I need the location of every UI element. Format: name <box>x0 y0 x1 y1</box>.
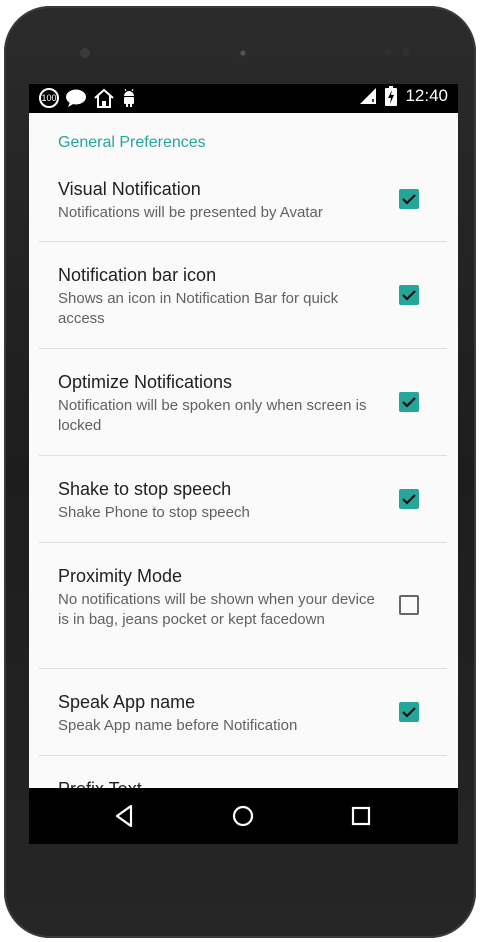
checkbox-shake-to-stop-speech[interactable] <box>399 489 419 509</box>
status-bar: 100 12:40 <box>29 84 458 113</box>
pref-title: Shake to stop speech <box>58 479 232 499</box>
pref-summary: No notifications will be shown when your… <box>58 591 375 628</box>
pref-optimize-notifications[interactable]: Optimize Notifications Notification will… <box>39 349 447 456</box>
phone-frame: 100 12:40 General Preferences Visual Not… <box>4 6 476 938</box>
earpiece-speaker <box>232 42 254 64</box>
pref-visual-notification[interactable]: Visual Notification Notifications will b… <box>39 167 447 242</box>
pref-summary: Notifications will be presented by Avata… <box>58 204 323 221</box>
home-icon <box>94 88 114 108</box>
back-icon[interactable] <box>111 802 139 830</box>
light-sensor <box>402 48 410 56</box>
checkmark-icon <box>402 397 416 408</box>
pref-title: Prefix Text <box>58 779 142 788</box>
navigation-bar <box>29 788 458 844</box>
pref-summary: Speak App name before Notification <box>58 717 298 734</box>
screen: 100 12:40 General Preferences Visual Not… <box>29 84 458 844</box>
clock: 12:40 <box>405 86 448 105</box>
android-icon <box>124 88 134 107</box>
pref-title: Speak App name <box>58 692 196 712</box>
section-title: General Preferences <box>58 134 206 151</box>
pref-notification-bar-icon[interactable]: Notification bar icon Shows an icon in N… <box>39 242 447 349</box>
pref-prefix-text[interactable]: Prefix Text <box>39 756 447 788</box>
pref-summary: Notification will be spoken only when sc… <box>58 397 367 434</box>
signal-icon <box>360 88 377 104</box>
pref-speak-app-name[interactable]: Speak App name Speak App name before Not… <box>39 669 447 756</box>
checkmark-icon <box>402 194 416 205</box>
checkbox-visual-notification[interactable] <box>399 189 419 209</box>
checkbox-proximity-mode[interactable] <box>399 595 419 615</box>
checkmark-icon <box>402 707 416 718</box>
checkmark-icon <box>402 494 416 505</box>
chat-bubble-icon <box>66 89 86 107</box>
pref-title: Visual Notification <box>58 179 201 199</box>
pref-title: Optimize Notifications <box>58 372 233 392</box>
checkbox-speak-app-name[interactable] <box>399 702 419 722</box>
pref-summary: Shows an icon in Notification Bar for qu… <box>58 290 339 327</box>
preferences-list: General Preferences Visual Notification … <box>29 113 458 788</box>
front-camera <box>80 48 90 58</box>
checkmark-icon <box>402 290 416 301</box>
recents-icon[interactable] <box>347 802 375 830</box>
pref-shake-to-stop-speech[interactable]: Shake to stop speech Shake Phone to stop… <box>39 456 447 543</box>
checkbox-optimize-notifications[interactable] <box>399 392 419 412</box>
home-nav-icon[interactable] <box>229 802 257 830</box>
battery-charging-icon <box>385 86 398 106</box>
pref-title: Proximity Mode <box>58 566 183 586</box>
proximity-sensor <box>384 48 392 56</box>
pref-summary: Shake Phone to stop speech <box>58 504 250 521</box>
pref-title: Notification bar icon <box>58 265 217 285</box>
badge-100-icon: 100 <box>39 88 59 108</box>
pref-proximity-mode[interactable]: Proximity Mode No notifications will be … <box>39 543 447 669</box>
checkbox-notification-bar-icon[interactable] <box>399 285 419 305</box>
